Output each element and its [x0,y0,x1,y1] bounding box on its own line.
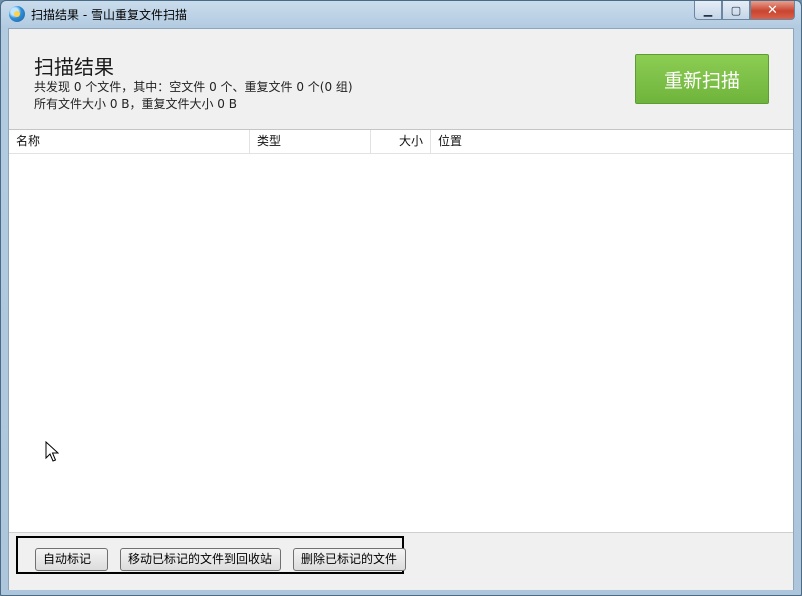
table-header: 名称 类型 大小 位置 [9,130,793,154]
app-window: 扫描结果 - 雪山重复文件扫描 ▁ ▢ ✕ 扫描结果 共发现 0 个文件，其中：… [0,0,802,596]
window-controls: ▁ ▢ ✕ [694,1,795,20]
close-button[interactable]: ✕ [750,1,795,20]
page-title: 扫描结果 [34,55,114,79]
table-body[interactable] [9,154,793,533]
auto-mark-button[interactable]: 自动标记 [35,548,108,571]
results-header: 扫描结果 共发现 0 个文件，其中：空文件 0 个、重复文件 0 个(0 组) … [9,29,793,129]
summary-counts: 共发现 0 个文件，其中：空文件 0 个、重复文件 0 个(0 组) [34,80,353,94]
title-bar[interactable]: 扫描结果 - 雪山重复文件扫描 ▁ ▢ ✕ [1,1,801,27]
action-bar: 自动标记 移动已标记的文件到回收站 删除已标记的文件 [9,532,793,590]
column-header-size[interactable]: 大小 [371,130,431,153]
column-header-name[interactable]: 名称 [9,130,250,153]
column-header-type[interactable]: 类型 [250,130,371,153]
rescan-button[interactable]: 重新扫描 [635,54,769,104]
mouse-cursor-icon [45,441,59,462]
app-logo-icon [9,6,25,22]
client-area: 扫描结果 共发现 0 个文件，其中：空文件 0 个、重复文件 0 个(0 组) … [8,28,794,590]
maximize-button[interactable]: ▢ [722,1,750,20]
minimize-button[interactable]: ▁ [694,1,722,20]
summary-sizes: 所有文件大小 0 B，重复文件大小 0 B [34,97,237,111]
delete-marked-button[interactable]: 删除已标记的文件 [293,548,406,571]
results-table[interactable]: 名称 类型 大小 位置 [9,129,793,533]
move-to-recycle-bin-button[interactable]: 移动已标记的文件到回收站 [120,548,281,571]
window-title: 扫描结果 - 雪山重复文件扫描 [31,8,187,22]
column-header-location[interactable]: 位置 [431,130,793,153]
